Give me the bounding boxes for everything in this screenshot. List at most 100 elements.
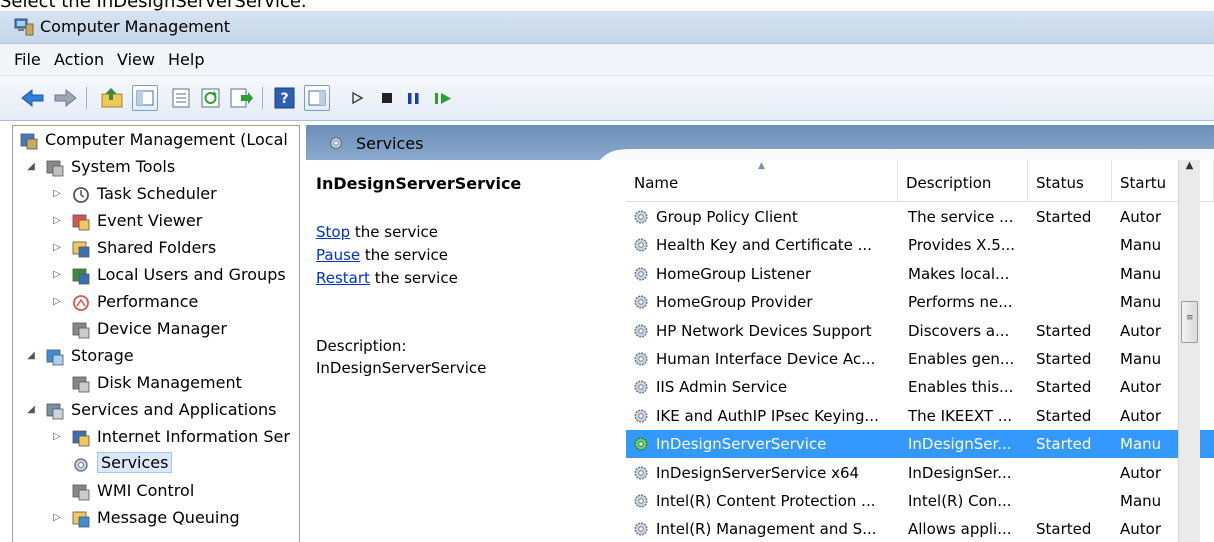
service-row[interactable]: Health Key and Certificate ... Provides X…: [626, 231, 1214, 259]
scroll-up-icon[interactable]: ▲: [1179, 160, 1200, 181]
collapsed-arrow-icon[interactable]: ▷: [51, 512, 63, 523]
collapsed-arrow-icon[interactable]: ▷: [51, 431, 63, 442]
collapsed-arrow-icon[interactable]: ▷: [51, 296, 63, 307]
computer-management-icon: [20, 133, 38, 150]
service-description-cell: Performs ne...: [908, 293, 1013, 312]
services-apps-icon: [46, 403, 64, 420]
service-name-cell: InDesignServerService: [656, 435, 827, 454]
tree-item-label: Services: [97, 452, 173, 473]
tree-item[interactable]: ▷ Internet Information Ser: [13, 425, 299, 451]
service-description-cell: Allows appli...: [908, 520, 1012, 539]
tree-item-label: System Tools: [71, 157, 176, 176]
service-status-cell: Started: [1036, 350, 1092, 368]
service-name-cell: HomeGroup Provider: [656, 293, 813, 312]
show-hide-tree-icon[interactable]: [132, 85, 158, 111]
restart-service-link[interactable]: Restart: [316, 269, 370, 287]
expanded-arrow-icon[interactable]: ◢: [25, 350, 37, 361]
event-viewer-icon: [72, 214, 90, 231]
window-title: Computer Management: [40, 17, 231, 36]
service-description-cell: Provides X.5...: [908, 236, 1016, 255]
tree-item[interactable]: ▷ Message Queuing: [13, 506, 299, 532]
tree-item[interactable]: Services: [13, 452, 299, 478]
tree-item[interactable]: Computer Management (Local: [13, 128, 299, 154]
tree-item[interactable]: ▷ Event Viewer: [13, 209, 299, 235]
action-text: the service: [360, 246, 449, 264]
collapsed-arrow-icon[interactable]: ▷: [51, 215, 63, 226]
up-folder-icon[interactable]: [100, 86, 126, 110]
column-header-label: Description: [906, 174, 992, 192]
service-row[interactable]: IIS Admin Service Enables this... Started A…: [626, 373, 1214, 401]
menu-action[interactable]: Action: [54, 50, 104, 69]
tree-item-label: WMI Control: [97, 481, 195, 500]
tree-item[interactable]: Device Manager: [13, 317, 299, 343]
menu-help[interactable]: Help: [168, 50, 204, 69]
console-tree: Computer Management (Local ◢ System Tools ▷…: [12, 125, 300, 542]
window-titlebar: Computer Management: [0, 11, 1214, 44]
service-name-cell: Intel(R) Management and S...: [656, 520, 877, 539]
service-name-cell: Health Key and Certificate ...: [656, 236, 872, 255]
gear-icon: [634, 295, 648, 309]
device-manager-icon: [72, 322, 90, 339]
show-hide-action-pane-icon[interactable]: [304, 85, 330, 111]
service-description-cell: Discovers a...: [908, 321, 1010, 340]
column-header-name[interactable]: ▲ Name: [626, 160, 898, 202]
resume-service-icon[interactable]: [432, 86, 456, 110]
back-arrow-icon[interactable]: [20, 86, 46, 110]
tree-item-label: Shared Folders: [97, 238, 217, 257]
service-name-cell: HP Network Devices Support: [656, 321, 872, 340]
collapsed-arrow-icon[interactable]: ▷: [51, 269, 63, 280]
service-name-cell: IIS Admin Service: [656, 378, 788, 397]
pause-service-link[interactable]: Pause: [316, 246, 360, 264]
column-header-status[interactable]: Status: [1028, 160, 1112, 202]
service-name-cell: HomeGroup Listener: [656, 264, 812, 283]
menu-file[interactable]: File: [14, 50, 41, 69]
service-row[interactable]: Intel(R) Content Protection ... Intel(R) …: [626, 487, 1214, 515]
tree-item-label: Message Queuing: [97, 508, 240, 527]
service-status-cell: Started: [1036, 435, 1092, 454]
computer-management-icon: [14, 18, 34, 36]
service-row[interactable]: Group Policy Client The service ... Starte…: [626, 203, 1214, 231]
tree-item[interactable]: ▷ Shared Folders: [13, 236, 299, 262]
refresh-icon[interactable]: [198, 86, 224, 110]
service-description-cell: InDesignSer...: [908, 435, 1012, 454]
tree-item[interactable]: ◢ Services and Applications: [13, 398, 299, 424]
menu-view[interactable]: View: [117, 50, 155, 69]
tree-item[interactable]: ▷ Local Users and Groups: [13, 263, 299, 289]
export-list-icon[interactable]: [228, 86, 254, 110]
vertical-scrollbar[interactable]: ▲ ≡: [1178, 160, 1200, 542]
service-row[interactable]: HomeGroup Provider Performs ne... Manu: [626, 288, 1214, 316]
service-row[interactable]: Human Interface Device Ac... Enables gen.…: [626, 345, 1214, 373]
tree-item-label: Services and Applications: [71, 400, 277, 419]
tree-item[interactable]: WMI Control: [13, 479, 299, 505]
tree-item-label: Event Viewer: [97, 211, 203, 230]
collapsed-arrow-icon[interactable]: ▷: [51, 188, 63, 199]
stop-service-link[interactable]: Stop: [316, 223, 350, 241]
tree-item[interactable]: ▷ Task Scheduler: [13, 182, 299, 208]
stop-service-icon[interactable]: [378, 86, 398, 110]
pause-service-icon[interactable]: [404, 86, 424, 110]
help-icon[interactable]: ?: [272, 86, 298, 110]
service-row[interactable]: InDesignServerService x64 InDesignSer... A…: [626, 459, 1214, 487]
service-row[interactable]: HP Network Devices Support Discovers a...…: [626, 317, 1214, 345]
collapsed-arrow-icon[interactable]: ▷: [51, 242, 63, 253]
tree-item[interactable]: ◢ Storage: [13, 344, 299, 370]
tree-item[interactable]: ▷ Performance: [13, 290, 299, 316]
service-row[interactable]: Intel(R) Management and S... Allows appli…: [626, 515, 1214, 542]
expanded-arrow-icon[interactable]: ◢: [25, 404, 37, 415]
service-status-cell: Started: [1036, 406, 1092, 425]
service-row[interactable]: InDesignServerService InDesignSer... Start…: [626, 430, 1214, 459]
expanded-arrow-icon[interactable]: ◢: [25, 161, 37, 172]
tree-item[interactable]: ◢ System Tools: [13, 155, 299, 181]
service-row[interactable]: HomeGroup Listener Makes local... Manu: [626, 260, 1214, 288]
service-row[interactable]: IKE and AuthIP IPsec Keying... The IKEEXT…: [626, 402, 1214, 430]
services-header-label: Services: [356, 134, 424, 153]
scrollbar-thumb[interactable]: ≡: [1181, 301, 1198, 343]
action-text: the service: [350, 223, 438, 241]
column-header-description[interactable]: Description: [898, 160, 1028, 202]
tree-item[interactable]: Disk Management: [13, 371, 299, 397]
start-service-icon[interactable]: [348, 86, 368, 110]
forward-arrow-icon[interactable]: [52, 86, 78, 110]
gear-icon: [634, 324, 648, 338]
properties-icon[interactable]: [168, 86, 194, 110]
service-description-cell: Makes local...: [908, 264, 1010, 283]
